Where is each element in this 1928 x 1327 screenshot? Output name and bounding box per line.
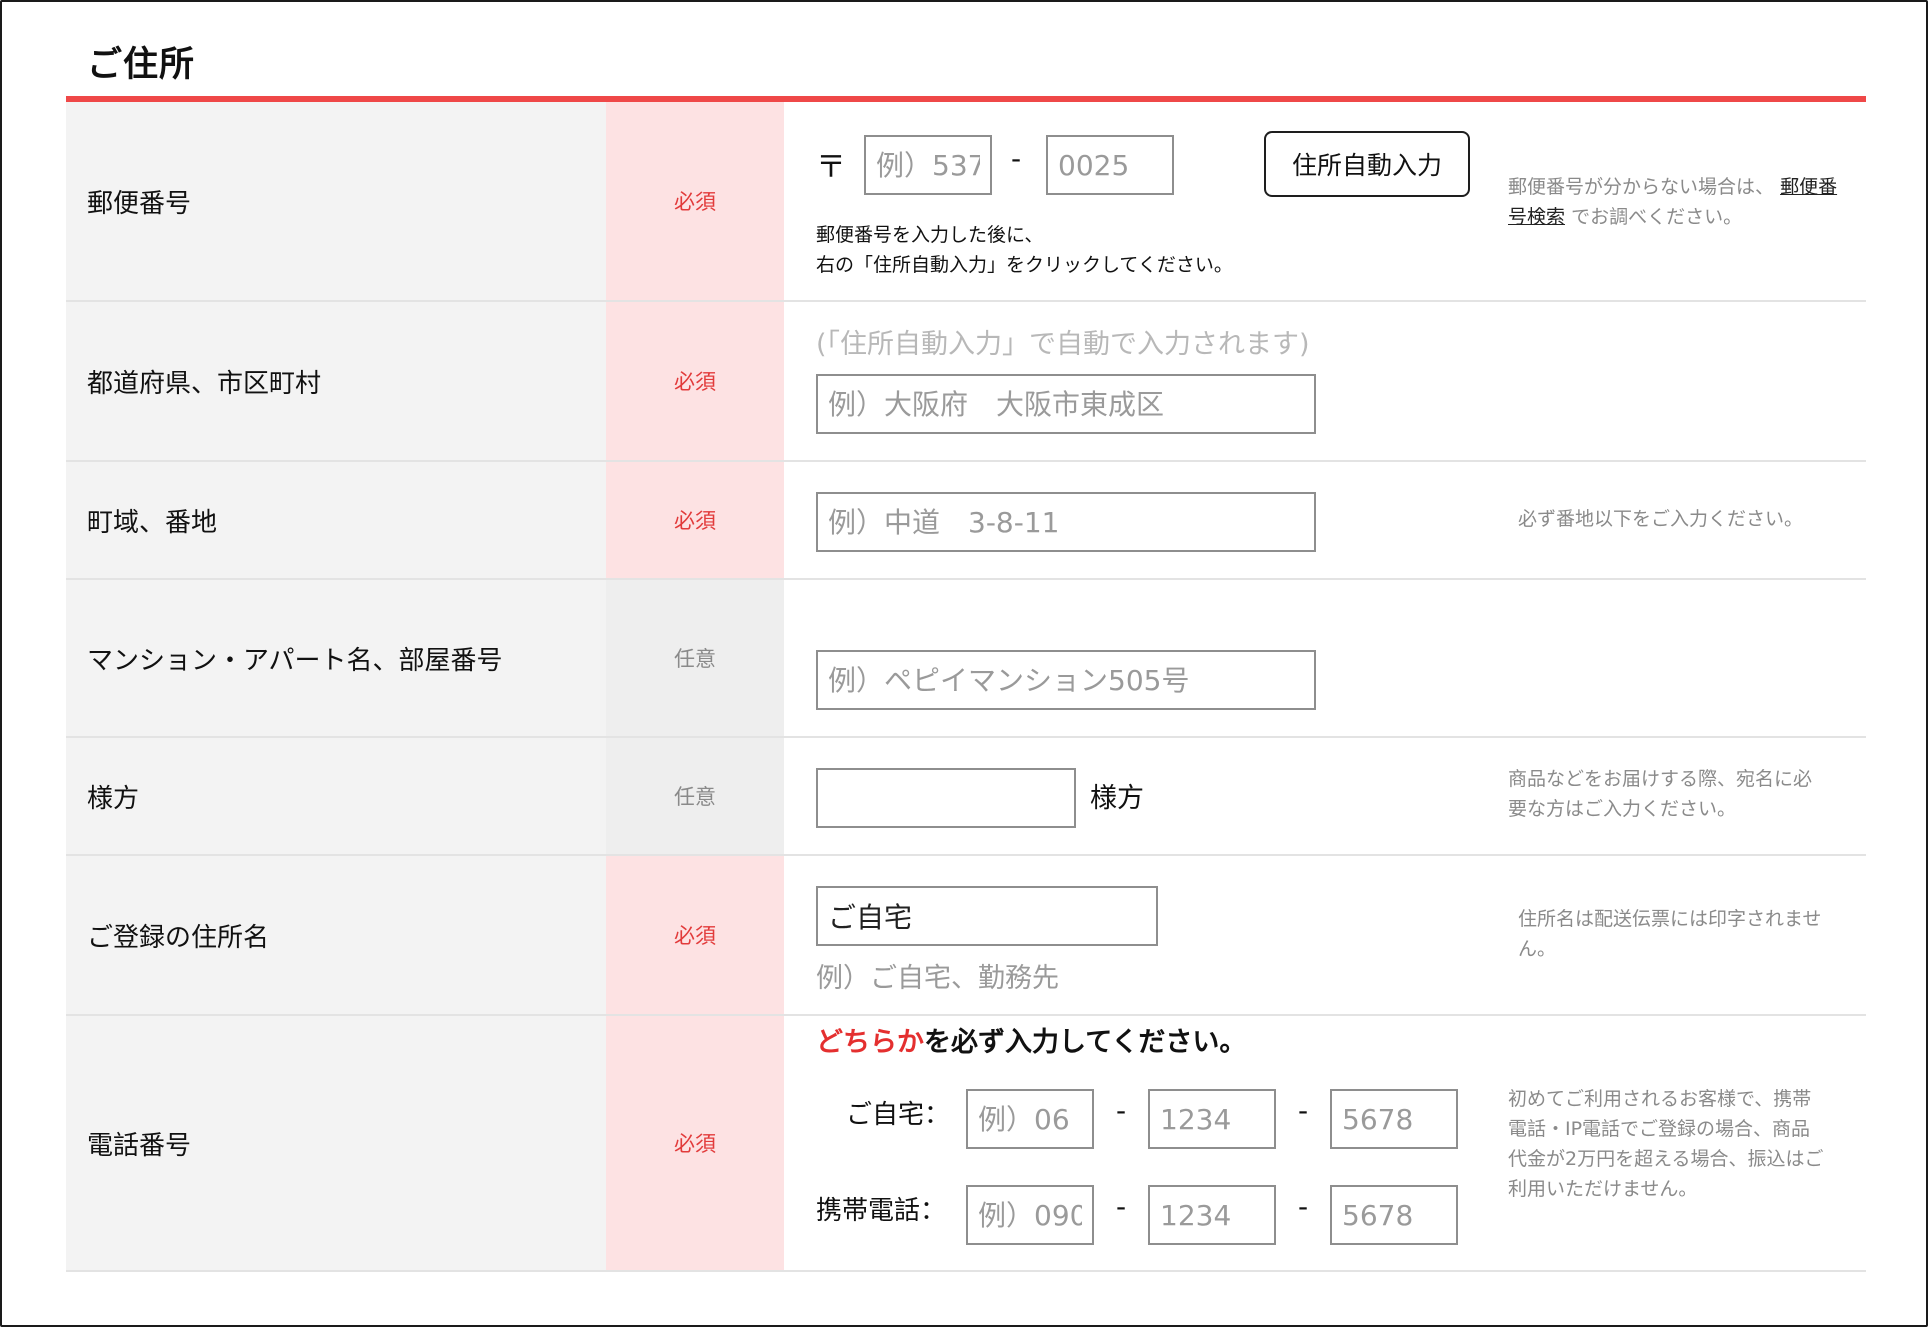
postal-note-suffix: でお調べください。 (1571, 206, 1743, 228)
address-name-input[interactable] (816, 886, 1158, 946)
postal-mark: 〒 (816, 150, 846, 185)
building-room-input[interactable] (816, 650, 1316, 710)
building-label: マンション・アパート名、部屋番号 (66, 580, 606, 736)
care-of-note-line1: 商品などをお届けする際、宛名に必 (1508, 768, 1813, 790)
street-cell: 必ず番地以下をご入力ください。 (784, 462, 1866, 578)
required-badge: 必須 (606, 1016, 784, 1270)
phone-hyphen: - (1298, 1190, 1309, 1223)
postal-hyphen: - (1011, 142, 1022, 175)
prefecture-label: 都道府県、市区町村 (66, 302, 606, 460)
street-label: 町域、番地 (66, 462, 606, 578)
postal-note: 郵便番号が分からない場合は、 郵便番号検索 でお調べください。 (1508, 172, 1848, 232)
phone-instruction: どちらかを必ず入力してください。 (816, 1020, 1246, 1059)
row-address-name: ご登録の住所名 必須 例）ご自宅、勤務先 住所名は配送伝票には印字されませ ん。 (66, 856, 1866, 1016)
mobile-phone-label: 携帯電話： (816, 1196, 947, 1226)
care-of-note: 商品などをお届けする際、宛名に必 要な方はご入力ください。 (1508, 764, 1848, 824)
mobile-phone-part3-input[interactable] (1330, 1185, 1458, 1245)
row-phone: 電話番号 必須 どちらかを必ず入力してください。 ご自宅： - - 携帯電話： … (66, 1016, 1866, 1272)
address-name-note-line1: 住所名は配送伝票には印字されませ (1518, 908, 1822, 930)
address-name-example: 例）ご自宅、勤務先 (816, 963, 1059, 994)
building-cell (784, 580, 1866, 736)
address-form-panel: ご住所 郵便番号 必須 〒 - 住所自動入力 郵便番号を入力した後に、 右の「住… (0, 0, 1928, 1327)
care-of-suffix: 様方 (1090, 783, 1144, 814)
postal-code-part2-input[interactable] (1046, 135, 1174, 195)
home-phone-part3-input[interactable] (1330, 1089, 1458, 1149)
row-building: マンション・アパート名、部屋番号 任意 (66, 580, 1866, 738)
phone-hyphen: - (1298, 1094, 1309, 1127)
address-form-table: 郵便番号 必須 〒 - 住所自動入力 郵便番号を入力した後に、 右の「住所自動入… (66, 102, 1866, 1272)
address-name-note: 住所名は配送伝票には印字されませ ん。 (1518, 904, 1858, 964)
prefecture-city-input[interactable] (816, 374, 1316, 434)
phone-hyphen: - (1116, 1190, 1127, 1223)
home-phone-part2-input[interactable] (1148, 1089, 1276, 1149)
postal-note-prefix: 郵便番号が分からない場合は、 (1508, 176, 1775, 198)
care-of-note-line2: 要な方はご入力ください。 (1508, 798, 1737, 820)
required-badge: 必須 (606, 462, 784, 578)
auto-fill-hint: (「住所自動入力」で自動で入力されます) (816, 329, 1310, 360)
row-street: 町域、番地 必須 必ず番地以下をご入力ください。 (66, 462, 1866, 580)
postal-code-label: 郵便番号 (66, 102, 606, 300)
postal-instruction: 郵便番号を入力した後に、 右の「住所自動入力」をクリックしてください。 (816, 220, 1233, 280)
care-of-input[interactable] (816, 768, 1076, 828)
phone-note-line2: 電話・IP電話でご登録の場合、商品 (1508, 1118, 1811, 1140)
required-badge: 必須 (606, 302, 784, 460)
postal-instruction-line1: 郵便番号を入力した後に、 (816, 224, 1044, 246)
postal-code-part1-input[interactable] (864, 135, 992, 195)
care-of-cell: 様方 商品などをお届けする際、宛名に必 要な方はご入力ください。 (784, 738, 1866, 854)
phone-note-line4: 利用いただけません。 (1508, 1178, 1698, 1200)
row-postal-code: 郵便番号 必須 〒 - 住所自動入力 郵便番号を入力した後に、 右の「住所自動入… (66, 102, 1866, 302)
mobile-phone-part2-input[interactable] (1148, 1185, 1276, 1245)
address-name-cell: 例）ご自宅、勤務先 住所名は配送伝票には印字されませ ん。 (784, 856, 1866, 1014)
required-badge: 必須 (606, 102, 784, 300)
phone-instruction-highlight: どちらか (816, 1027, 924, 1058)
address-name-note-line2: ん。 (1518, 938, 1557, 960)
postal-instruction-line2: 右の「住所自動入力」をクリックしてください。 (816, 254, 1233, 276)
mobile-phone-part1-input[interactable] (966, 1185, 1094, 1245)
optional-badge: 任意 (606, 738, 784, 854)
phone-note: 初めてご利用されるお客様で、携帯 電話・IP電話でご登録の場合、商品 代金が2万… (1508, 1084, 1868, 1204)
home-phone-part1-input[interactable] (966, 1089, 1094, 1149)
care-of-label: 様方 (66, 738, 606, 854)
phone-cell: どちらかを必ず入力してください。 ご自宅： - - 携帯電話： - - 初めてご… (784, 1016, 1866, 1270)
street-address-input[interactable] (816, 492, 1316, 552)
required-badge: 必須 (606, 856, 784, 1014)
section-title: ご住所 (87, 45, 196, 85)
phone-instruction-rest: を必ず入力してください。 (924, 1027, 1247, 1058)
phone-note-line3: 代金が2万円を超える場合、振込はご (1508, 1148, 1824, 1170)
auto-fill-address-button[interactable]: 住所自動入力 (1264, 131, 1470, 197)
phone-label: 電話番号 (66, 1016, 606, 1270)
phone-hyphen: - (1116, 1094, 1127, 1127)
address-name-label: ご登録の住所名 (66, 856, 606, 1014)
home-phone-label: ご自宅： (846, 1100, 951, 1130)
row-care-of: 様方 任意 様方 商品などをお届けする際、宛名に必 要な方はご入力ください。 (66, 738, 1866, 856)
row-prefecture: 都道府県、市区町村 必須 (「住所自動入力」で自動で入力されます) (66, 302, 1866, 462)
prefecture-cell: (「住所自動入力」で自動で入力されます) (784, 302, 1866, 460)
phone-note-line1: 初めてご利用されるお客様で、携帯 (1508, 1088, 1812, 1110)
postal-code-cell: 〒 - 住所自動入力 郵便番号を入力した後に、 右の「住所自動入力」をクリックし… (784, 102, 1866, 300)
street-note: 必ず番地以下をご入力ください。 (1518, 508, 1804, 530)
optional-badge: 任意 (606, 580, 784, 736)
